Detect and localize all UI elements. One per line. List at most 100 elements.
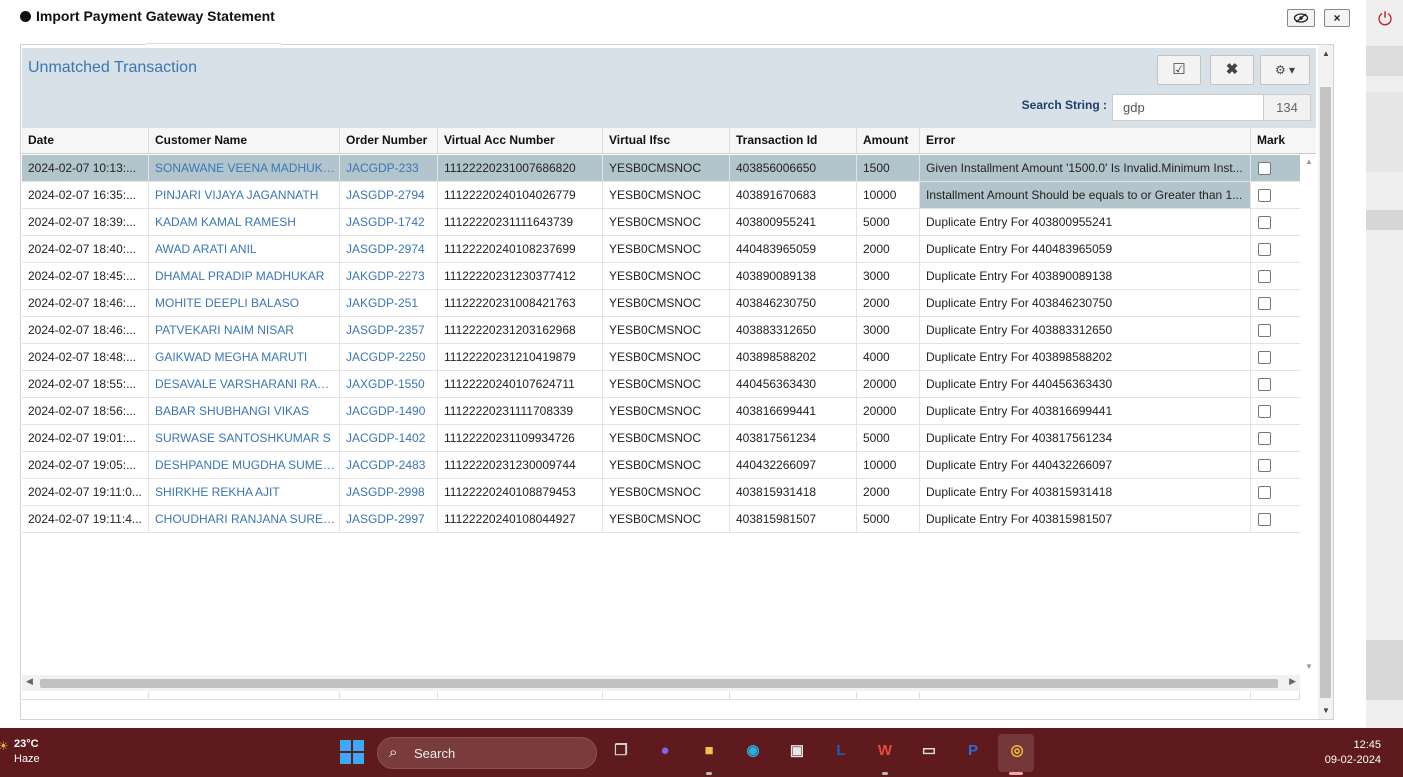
cell-order-number[interactable]: JAKGDP-251 (340, 290, 438, 316)
cell-customer-name[interactable]: SONAWANE VEENA MADHUKAR (149, 155, 340, 181)
edge-icon[interactable]: ◉ (740, 738, 766, 764)
scroll-up-arrow-icon[interactable]: ▲ (1304, 157, 1314, 166)
weather-widget[interactable]: ☀ 23°C Haze (0, 737, 40, 767)
window-app-icon[interactable]: ▭ (916, 738, 942, 764)
mark-checkbox[interactable] (1258, 324, 1271, 337)
mark-checkbox[interactable] (1258, 432, 1271, 445)
col-header-mark[interactable]: Mark (1251, 128, 1316, 153)
mark-checkbox[interactable] (1258, 270, 1271, 283)
toggle-visibility-button[interactable] (1287, 9, 1315, 27)
cell-order-number[interactable]: JASGDP-2357 (340, 317, 438, 343)
mark-checkbox[interactable] (1258, 405, 1271, 418)
cell-order-number[interactable]: JACGDP-1402 (340, 425, 438, 451)
file-explorer-icon[interactable]: ■ (696, 738, 722, 764)
scroll-down-arrow-icon[interactable]: ▼ (1321, 706, 1331, 715)
table-row[interactable]: 2024-02-07 18:56:... BABAR SHUBHANGI VIKA… (22, 398, 1300, 425)
cell-customer-name[interactable]: AWAD ARATI ANIL (149, 236, 340, 262)
cell-customer-name[interactable]: KADAM KAMAL RAMESH (149, 209, 340, 235)
cell-customer-name[interactable]: DESAVALE VARSHARANI RAMCH (149, 371, 340, 397)
table-row[interactable]: 2024-02-07 18:48:... GAIKWAD MEGHA MARUTI… (22, 344, 1300, 371)
chat-icon[interactable]: ● (652, 738, 678, 764)
wps-office-icon[interactable]: W (872, 738, 898, 764)
system-clock[interactable]: 12:45 09-02-2024 (1325, 738, 1381, 768)
weather-condition: Haze (14, 753, 40, 765)
table-row[interactable]: 2024-02-07 18:39:... KADAM KAMAL RAMESH JA… (22, 209, 1300, 236)
table-row[interactable]: 2024-02-07 18:40:... AWAD ARATI ANIL JASGD… (22, 236, 1300, 263)
mark-checkbox[interactable] (1258, 351, 1271, 364)
table-row[interactable]: 2024-02-07 18:55:... DESAVALE VARSHARANI … (22, 371, 1300, 398)
grid-vertical-scrollbar[interactable]: ▲ ▼ (1302, 155, 1316, 675)
col-header-virtual-ifsc[interactable]: Virtual Ifsc (603, 128, 730, 153)
cell-customer-name[interactable]: SURWASE SANTOSHKUMAR S (149, 425, 340, 451)
cell-order-number[interactable]: JAXGDP-1550 (340, 371, 438, 397)
col-header-date[interactable]: Date (22, 128, 149, 153)
confirm-button[interactable]: ☑ (1157, 55, 1201, 85)
power-icon[interactable]: ⏻ (1374, 8, 1396, 30)
cell-customer-name[interactable]: GAIKWAD MEGHA MARUTI (149, 344, 340, 370)
windows-start-icon[interactable] (340, 740, 364, 764)
modal-close-button[interactable]: × (1324, 9, 1350, 27)
mark-checkbox[interactable] (1258, 162, 1271, 175)
mark-checkbox[interactable] (1258, 297, 1271, 310)
panel-vertical-scrollbar[interactable]: ▲ ▼ (1318, 45, 1333, 719)
scroll-down-arrow-icon[interactable]: ▼ (1304, 662, 1314, 671)
col-header-customer-name[interactable]: Customer Name (149, 128, 340, 153)
cell-mark (1251, 209, 1300, 235)
cell-customer-name[interactable]: CHOUDHARI RANJANA SURESH (149, 506, 340, 532)
scroll-left-arrow-icon[interactable]: ◀ (26, 676, 33, 687)
table-row[interactable]: 2024-02-07 19:05:... DESHPANDE MUGDHA SUM… (22, 452, 1300, 479)
cell-order-number[interactable]: JACGDP-2250 (340, 344, 438, 370)
cell-customer-name[interactable]: SHIRKHE REKHA AJIT (149, 479, 340, 505)
table-row[interactable]: 2024-02-07 10:13:... SONAWANE VEENA MADHU… (22, 155, 1300, 182)
mark-checkbox[interactable] (1258, 243, 1271, 256)
task-view-icon[interactable]: ❐ (608, 738, 634, 764)
cell-order-number[interactable]: JASGDP-1742 (340, 209, 438, 235)
cell-customer-name[interactable]: PATVEKARI NAIM NISAR (149, 317, 340, 343)
horizontal-scroll-thumb[interactable] (40, 679, 1278, 688)
mark-checkbox[interactable] (1258, 216, 1271, 229)
cell-order-number[interactable]: JASGDP-2998 (340, 479, 438, 505)
table-row[interactable]: 2024-02-07 19:11:4... CHOUDHARI RANJANA S… (22, 506, 1300, 533)
mark-checkbox[interactable] (1258, 459, 1271, 472)
l-app-icon[interactable]: L (828, 738, 854, 764)
cell-customer-name[interactable]: MOHITE DEEPLI BALASO (149, 290, 340, 316)
scroll-up-arrow-icon[interactable]: ▲ (1321, 49, 1331, 58)
cell-order-number[interactable]: JASGDP-2794 (340, 182, 438, 208)
table-row[interactable]: 2024-02-07 19:11:0... SHIRKHE REKHA AJIT J… (22, 479, 1300, 506)
cell-customer-name[interactable]: BABAR SHUBHANGI VIKAS (149, 398, 340, 424)
cell-order-number[interactable]: JACGDP-233 (340, 155, 438, 181)
cell-order-number[interactable]: JASGDP-2997 (340, 506, 438, 532)
col-header-order-number[interactable]: Order Number (340, 128, 438, 153)
cell-order-number[interactable]: JACGDP-1490 (340, 398, 438, 424)
mark-checkbox[interactable] (1258, 189, 1271, 202)
search-input[interactable] (1112, 94, 1264, 121)
cell-order-number[interactable]: JASGDP-2974 (340, 236, 438, 262)
cell-amount: 2000 (857, 236, 920, 262)
settings-dropdown-button[interactable]: ⚙ ▾ (1260, 55, 1310, 85)
cell-order-number[interactable]: JAKGDP-2273 (340, 263, 438, 289)
cell-customer-name[interactable]: DESHPANDE MUGDHA SUMESH (149, 452, 340, 478)
mark-checkbox[interactable] (1258, 513, 1271, 526)
col-header-amount[interactable]: Amount (857, 128, 920, 153)
scroll-right-arrow-icon[interactable]: ▶ (1289, 676, 1296, 687)
chrome-icon[interactable]: ◎ (1004, 738, 1030, 764)
taskbar-search-box[interactable]: ⌕ Search (377, 737, 597, 769)
table-row[interactable]: 2024-02-07 16:35:... PINJARI VIJAYA JAGAN… (22, 182, 1300, 209)
cell-customer-name[interactable]: PINJARI VIJAYA JAGANNATH (149, 182, 340, 208)
table-row[interactable]: 2024-02-07 18:46:... PATVEKARI NAIM NISAR… (22, 317, 1300, 344)
cell-order-number[interactable]: JACGDP-2483 (340, 452, 438, 478)
mark-checkbox[interactable] (1258, 378, 1271, 391)
cell-customer-name[interactable]: DHAMAL PRADIP MADHUKAR (149, 263, 340, 289)
table-row[interactable]: 2024-02-07 19:01:... SURWASE SANTOSHKUMAR… (22, 425, 1300, 452)
col-header-virtual-acc-number[interactable]: Virtual Acc Number (438, 128, 603, 153)
col-header-transaction-id[interactable]: Transaction Id (730, 128, 857, 153)
store-icon[interactable]: ▣ (784, 738, 810, 764)
table-row[interactable]: 2024-02-07 18:46:... MOHITE DEEPLI BALASO… (22, 290, 1300, 317)
table-row[interactable]: 2024-02-07 18:45:... DHAMAL PRADIP MADHUK… (22, 263, 1300, 290)
vertical-scroll-thumb[interactable] (1320, 87, 1331, 698)
mark-checkbox[interactable] (1258, 486, 1271, 499)
clear-button[interactable]: ✖ (1210, 55, 1254, 85)
col-header-error[interactable]: Error (920, 128, 1251, 153)
grid-horizontal-scrollbar[interactable]: ◀ ▶ (22, 675, 1300, 691)
p-app-icon[interactable]: P (960, 738, 986, 764)
